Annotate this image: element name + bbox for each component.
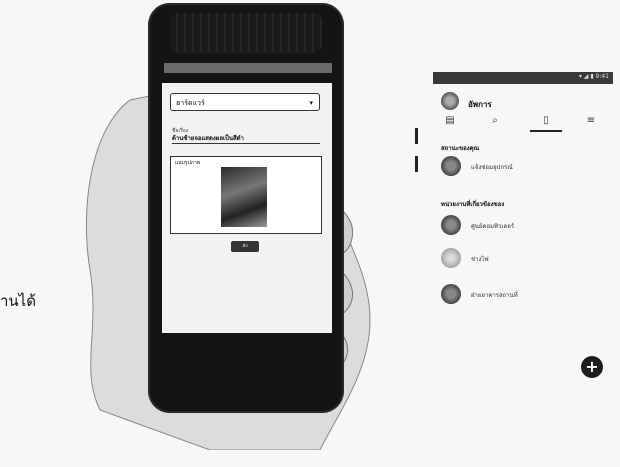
section-heading-status: สถานะของคุณ <box>441 145 480 152</box>
divider-mark <box>415 156 418 172</box>
phone-top-reflection <box>170 13 322 53</box>
building-icon <box>441 284 461 304</box>
list-item[interactable]: แจ้งซ่อมอุปกรณ์ <box>441 156 611 176</box>
chevron-down-icon: ▾ <box>309 99 313 107</box>
phone-device: ฮาร์ดแวร์ ▾ ชื่อเรื่อง ด้านซ้ายจอแสดงผลเ… <box>148 3 344 413</box>
list-item-label: แจ้งซ่อมอุปกรณ์ <box>471 164 513 171</box>
app-screen-panel: ▾ ◢ ▮ 9:41 อัพการ ▤ ⌕ ▯ ≡ สถานะของคุณ แจ… <box>433 72 613 392</box>
phone-screen: ฮาร์ดแวร์ ▾ ชื่อเรื่อง ด้านซ้ายจอแสดงผลเ… <box>162 83 332 333</box>
list-item-label: ช่างไฟ <box>471 256 489 263</box>
image-attachment[interactable]: แนบรูปภาพ <box>170 156 322 234</box>
tab-device-icon[interactable]: ▯ <box>534 115 558 127</box>
tab-search-icon[interactable]: ⌕ <box>483 115 507 127</box>
list-item[interactable]: ศูนย์คอมพิวเตอร์ <box>441 215 611 235</box>
app-header-bar <box>164 63 332 73</box>
image-caption: แนบรูปภาพ <box>175 160 201 166</box>
title-input[interactable]: ด้านซ้ายจอแสดงผลเป็นสีดำ <box>172 133 320 144</box>
gear-icon <box>441 156 461 176</box>
add-button[interactable]: + <box>581 356 603 378</box>
tab-menu-icon[interactable]: ≡ <box>579 115 603 127</box>
section-heading-departments: หน่วยงานที่เกี่ยวข้องของ <box>441 201 505 208</box>
active-tab-indicator <box>530 130 562 132</box>
list-item-label: ฝ่ายอาคารสถานที่ <box>471 292 518 299</box>
dropdown-value: ฮาร์ดแวร์ <box>176 99 205 107</box>
status-bar: ▾ ◢ ▮ 9:41 <box>433 72 613 84</box>
tab-home-icon[interactable]: ▤ <box>438 115 462 127</box>
bulb-icon <box>441 248 461 268</box>
divider-mark <box>415 128 418 144</box>
list-item-label: ศูนย์คอมพิวเตอร์ <box>471 223 515 230</box>
submit-button[interactable]: ส่ง <box>231 241 259 252</box>
partial-caption: านได้ <box>0 292 36 310</box>
department-icon <box>441 215 461 235</box>
attached-photo <box>221 167 267 227</box>
status-indicators: ▾ ◢ ▮ 9:41 <box>578 73 609 80</box>
app-logo-icon <box>441 92 459 110</box>
list-item[interactable]: ฝ่ายอาคารสถานที่ <box>441 284 611 304</box>
category-dropdown[interactable]: ฮาร์ดแวร์ ▾ <box>170 93 320 111</box>
app-title: อัพการ <box>468 100 492 109</box>
list-item[interactable]: ช่างไฟ <box>441 248 611 268</box>
